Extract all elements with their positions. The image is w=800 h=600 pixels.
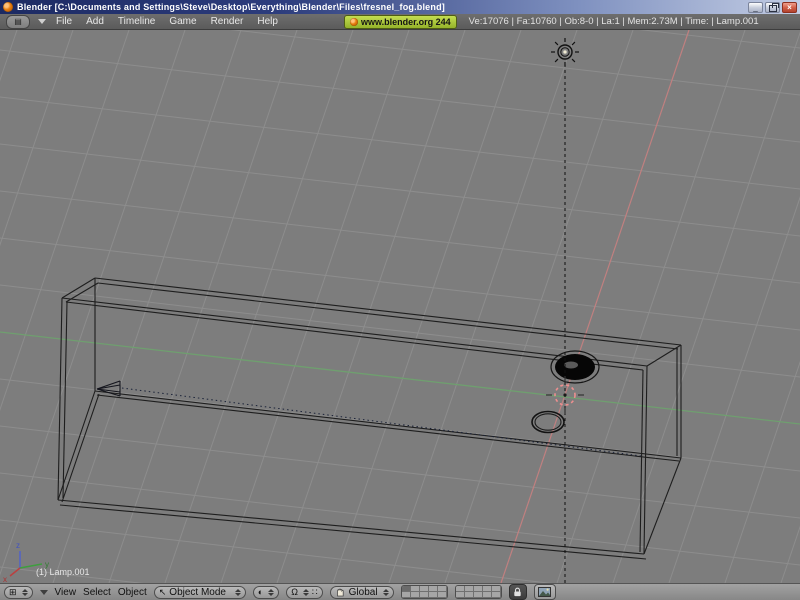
layer-toggle[interactable]	[492, 592, 501, 598]
layer-toggle[interactable]	[474, 592, 483, 598]
mode-dropdown[interactable]: ↖ Object Mode	[154, 586, 246, 599]
restore-icon	[769, 5, 777, 12]
layer-toggle[interactable]	[402, 592, 411, 598]
axis-lines	[0, 30, 800, 583]
draw-type-icon: ◐	[258, 588, 263, 597]
layer-toggle[interactable]	[456, 592, 465, 598]
draw-type-dropdown[interactable]: ◐	[253, 586, 279, 599]
pivot-icon: Ω	[291, 588, 298, 597]
updown-arrows-icon	[235, 589, 241, 596]
editor-type-button[interactable]: ▤	[6, 15, 30, 29]
viewport-3d[interactable]: z y x (1) Lamp.001	[0, 30, 800, 583]
collapse-menu-icon[interactable]	[40, 590, 48, 595]
layer-toggle[interactable]	[420, 592, 429, 598]
render-preview-button[interactable]	[534, 584, 556, 600]
gizmo-x-label: x	[3, 575, 7, 583]
wireframe-box-object[interactable]	[58, 278, 681, 559]
collapse-menu-icon[interactable]	[38, 19, 46, 24]
window-title: Blender [C:\Documents and Settings\Steve…	[17, 2, 744, 12]
titlebar[interactable]: Blender [C:\Documents and Settings\Steve…	[0, 0, 800, 14]
top-header: ▤ File Add Timeline Game Render Help www…	[0, 14, 800, 30]
layer-toggle[interactable]	[483, 592, 492, 598]
image-icon	[538, 587, 551, 597]
layer-buttons-group-2	[455, 585, 502, 599]
menu-view[interactable]: View	[55, 587, 77, 598]
menu-timeline[interactable]: Timeline	[118, 16, 155, 27]
selected-lamp-cursor[interactable]	[546, 376, 584, 414]
menu-object[interactable]: Object	[118, 587, 147, 598]
layer-buttons-group-1	[401, 585, 448, 599]
grid-floor	[0, 30, 800, 583]
bottom-header: ⊞ View Select Object ↖ Object Mode ◐ Ω ∷…	[0, 583, 800, 600]
layer-toggle[interactable]	[411, 592, 420, 598]
menu-file[interactable]: File	[56, 16, 72, 27]
updown-arrows-icon	[383, 589, 389, 596]
layer-toggle[interactable]	[465, 592, 474, 598]
manipulator-orientation-group[interactable]: Global	[330, 586, 394, 599]
gizmo-z-label: z	[16, 541, 20, 550]
mode-dropdown-value: Object Mode	[169, 587, 226, 598]
menu-add[interactable]: Add	[86, 16, 104, 27]
menu-render[interactable]: Render	[211, 16, 244, 27]
updown-arrows-icon	[268, 589, 274, 596]
lock-layers-button[interactable]	[509, 584, 527, 600]
prefs-editor-icon: ▤	[14, 16, 22, 27]
object-mode-pointer-icon: ↖	[159, 588, 167, 597]
layer-toggle[interactable]	[438, 592, 447, 598]
updown-arrows-icon	[22, 589, 28, 596]
updown-arrows-icon	[303, 589, 309, 596]
pivot-dropdown[interactable]: Ω ∷	[286, 586, 322, 599]
menu-select[interactable]: Select	[83, 587, 111, 598]
blender-window: Blender [C:\Documents and Settings\Steve…	[0, 0, 800, 600]
menu-help[interactable]: Help	[257, 16, 278, 27]
padlock-icon	[513, 587, 522, 597]
blender-logo-icon	[3, 2, 13, 12]
badge-label: www.blender.org 244	[361, 17, 451, 27]
window-controls: _ ×	[748, 2, 797, 13]
editor-type-button[interactable]: ⊞	[4, 586, 33, 599]
lamp-object[interactable]	[551, 38, 579, 583]
menu-game[interactable]: Game	[169, 16, 196, 27]
scene-svg[interactable]: z y x (1) Lamp.001	[0, 30, 800, 583]
snap-dots-icon[interactable]: ∷	[312, 588, 318, 597]
scene-stats: Ve:17076 | Fa:10760 | Ob:8-0 | La:1 | Me…	[469, 16, 759, 27]
minimize-button[interactable]: _	[748, 2, 763, 13]
close-button[interactable]: ×	[782, 2, 797, 13]
3d-view-editor-icon: ⊞	[9, 588, 17, 597]
view-name-label: (1) Lamp.001	[36, 567, 90, 577]
blender-org-badge[interactable]: www.blender.org 244	[344, 15, 457, 29]
hand-manipulator-icon[interactable]	[335, 587, 346, 597]
layer-toggle[interactable]	[429, 592, 438, 598]
blender-logo-icon	[350, 18, 358, 26]
orientation-dropdown-value[interactable]: Global	[349, 587, 378, 598]
restore-button[interactable]	[765, 2, 780, 13]
